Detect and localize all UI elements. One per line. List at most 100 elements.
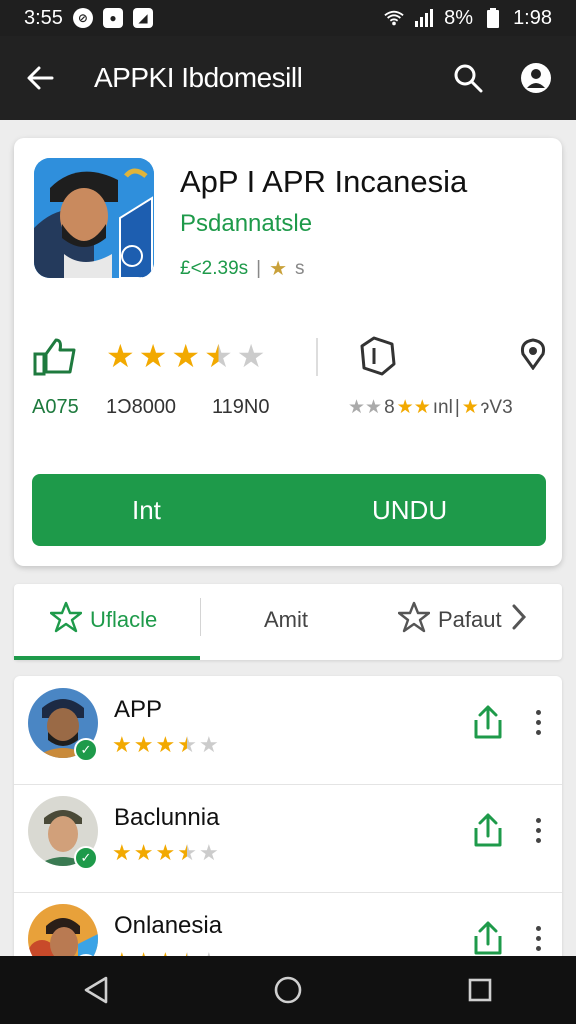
- share-button[interactable]: [470, 702, 506, 742]
- star-icon: ★: [112, 840, 132, 865]
- mini-star-icon: ★★: [396, 397, 431, 418]
- back-button[interactable]: [10, 48, 70, 108]
- share-button[interactable]: [470, 810, 506, 850]
- star-icon: ★: [112, 732, 132, 757]
- verified-icon: ✓: [74, 738, 98, 762]
- verified-icon: ✓: [74, 846, 98, 870]
- more-options-button[interactable]: [526, 918, 550, 958]
- tab-label: Uflacle: [90, 607, 158, 632]
- list-item[interactable]: ✓ Onlanesia ★★★★★: [14, 892, 562, 966]
- star-icon: ★: [204, 338, 233, 374]
- system-nav-bar: [0, 956, 576, 1024]
- share-icon: [474, 705, 502, 739]
- triangle-back-icon: [84, 976, 108, 1004]
- stats-row: ★ ★ ★ ★ ★: [14, 334, 562, 384]
- app-meta: £<2.39s | ★ s: [180, 256, 305, 281]
- share-icon: [474, 921, 502, 955]
- install-label: Int: [132, 494, 161, 525]
- status-time: 3:55: [24, 6, 63, 29]
- stat-label-1: A075: [32, 396, 79, 418]
- tab-bar: Uflacle Amit Pafaut: [14, 584, 562, 660]
- app-details-card: ApP I APR Incanesia Psdannatsle £<2.39s …: [14, 138, 562, 566]
- star-icon: ★: [155, 732, 176, 757]
- more-options-button[interactable]: [526, 702, 550, 742]
- tab-separator: [200, 598, 201, 636]
- battery-percent: 8%: [444, 6, 474, 29]
- star-icon: ★: [133, 732, 154, 757]
- account-icon: [521, 63, 551, 93]
- app-bar: APPKI Ibdomesill: [0, 36, 576, 120]
- star-icon: ★: [171, 338, 201, 374]
- rating-stars: ★ ★ ★ ★ ★: [106, 340, 265, 372]
- stat-label-2: 1Ɔ8000: [106, 396, 177, 418]
- list-item-title: Onlanesia: [114, 912, 223, 939]
- related-app-list: ✓ APP ★★★★★ ✓ Baclunnia ★★★★★ ✓: [14, 676, 562, 966]
- mini-star-icon: ★★: [348, 397, 383, 418]
- app-size: £<2.39s: [180, 257, 249, 279]
- install-button[interactable]: Int UNDU: [32, 474, 546, 546]
- star-icon: ★: [269, 258, 288, 280]
- star-icon: ★: [177, 840, 197, 865]
- circle-home-icon: [274, 976, 302, 1004]
- star-icon: ★: [198, 840, 219, 865]
- app-name: ApP I APR Incanesia: [180, 164, 468, 199]
- share-button[interactable]: [470, 918, 506, 958]
- star-icon: ★: [138, 338, 168, 374]
- tab-label: Amit: [264, 607, 308, 632]
- mini-ratings: ★★ 8 ★★ ınl | ★ ɂV3: [348, 396, 513, 419]
- nav-recents-button[interactable]: [450, 960, 510, 1020]
- nav-back-button[interactable]: [66, 960, 126, 1020]
- star-icon: ★: [236, 338, 266, 374]
- tab-uflacle[interactable]: Uflacle: [49, 584, 158, 656]
- mini-value-c: ɂV3: [480, 396, 513, 418]
- page-title: APPKI Ibdomesill: [94, 62, 303, 93]
- status-clock-right: 1:98: [513, 6, 552, 29]
- battery-icon: [483, 8, 503, 28]
- status-left: 3:55 ⊘ ● ◢: [24, 7, 153, 30]
- stats-divider: [316, 338, 318, 376]
- nav-home-button[interactable]: [258, 960, 318, 1020]
- mini-value-b: ınl: [432, 396, 453, 418]
- search-icon: [454, 64, 483, 93]
- location-icon: [518, 336, 548, 372]
- wifi-icon: [384, 8, 404, 28]
- star-outline-icon: [397, 601, 431, 639]
- mini-value-a: 8: [384, 396, 395, 418]
- square-recents-icon: [468, 978, 492, 1002]
- list-item-stars: ★★★★★: [112, 842, 219, 864]
- tab-indicator: [14, 656, 200, 660]
- tab-pafaut[interactable]: Pafaut: [397, 584, 528, 656]
- share-icon: [474, 813, 502, 847]
- star-icon: ★: [133, 840, 154, 865]
- developer-link[interactable]: Psdannatsle: [180, 210, 312, 238]
- star-icon: ★: [177, 732, 197, 757]
- mini-separator: |: [454, 396, 460, 418]
- list-item[interactable]: ✓ APP ★ ★ ★ ★ ★: [14, 676, 562, 785]
- tab-amit[interactable]: Amit: [264, 584, 308, 656]
- arrow-back-icon: [27, 66, 54, 90]
- star-icon: ★: [155, 840, 176, 865]
- more-options-button[interactable]: [526, 810, 550, 850]
- badge-icon: [354, 334, 400, 378]
- account-button[interactable]: [508, 50, 564, 106]
- star-outline-icon: [49, 601, 83, 639]
- list-item-title: APP: [114, 696, 163, 723]
- list-item[interactable]: ✓ Baclunnia ★ ★ ★ ★ ★: [14, 784, 562, 893]
- status-bar: 3:55 ⊘ ● ◢ 8% 1:98: [0, 0, 576, 36]
- list-item-stars: ★★★★★: [112, 734, 219, 756]
- chevron-right-icon[interactable]: [510, 603, 528, 637]
- block-icon: ⊘: [72, 8, 93, 28]
- thumbs-up-icon: [30, 334, 80, 378]
- image-icon: ◢: [132, 8, 153, 28]
- app-icon: [34, 158, 154, 278]
- tab-label: Pafaut: [438, 607, 502, 632]
- meta-separator: |: [256, 257, 262, 279]
- signal-icon: [414, 8, 434, 28]
- star-icon: ★: [198, 732, 219, 757]
- list-item-title: Baclunnia: [114, 804, 220, 831]
- download-label: UNDU: [372, 494, 448, 525]
- search-button[interactable]: [440, 50, 496, 106]
- notification-icon: ●: [102, 8, 123, 28]
- stat-label-3: 119N0: [212, 396, 270, 418]
- status-right: 8% 1:98: [384, 7, 552, 30]
